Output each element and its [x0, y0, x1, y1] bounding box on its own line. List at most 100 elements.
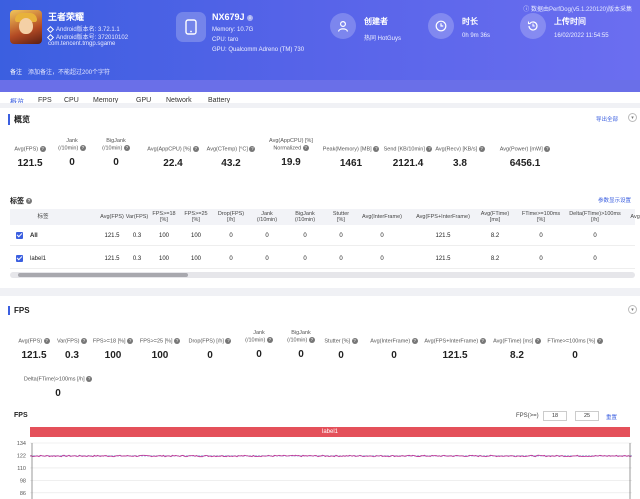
help-icon[interactable]: ? [373, 146, 380, 152]
column-header[interactable]: Stutter [%] [326, 211, 356, 223]
overview-metric: Avg(AppCPU) [%] ? 22.4 [140, 146, 206, 169]
metric-label: Send [KB/10min] ? [383, 146, 433, 153]
help-icon[interactable]: ? [123, 145, 130, 151]
metric-value: 2121.4 [392, 158, 424, 170]
help-icon[interactable]: ? [25, 198, 32, 205]
metric-value: 3.8 [453, 158, 467, 170]
metric-value: 0 [572, 350, 578, 362]
overview-metric: Jank (/10min) ? 0 [48, 138, 96, 168]
table-cell: 0.3 [132, 256, 142, 262]
column-header[interactable]: Avg( [624, 214, 640, 220]
help-icon[interactable]: ? [479, 338, 486, 344]
metric-label: Avg(Recv) [KB/s] ? [435, 146, 485, 153]
help-icon[interactable]: ? [43, 338, 50, 344]
help-icon[interactable]: ? [308, 337, 315, 343]
metric-value: 0 [113, 157, 119, 169]
creator-value: 热同 HotGuys [364, 36, 402, 42]
notes-placeholder[interactable]: 添加备注，不能超过200个字符 [28, 70, 110, 76]
diamond-icon [46, 33, 55, 41]
version-note: ⓘ 数据由PerfDog(v5.1.220120)版本采集 [523, 7, 632, 13]
scrollbar-thumb[interactable] [18, 273, 188, 277]
metric-value: 22.4 [163, 158, 183, 170]
table-cell: 0 [539, 233, 543, 239]
help-icon[interactable]: ? [249, 146, 256, 152]
column-header[interactable]: Avg(InterFrame) [355, 214, 409, 220]
help-icon[interactable]: ? [192, 146, 199, 152]
fps-metric: Avg(FPS+InterFrame) ? 121.5 [424, 338, 486, 361]
series-band[interactable]: label1 [30, 427, 630, 437]
help-icon[interactable]: ? [127, 338, 134, 344]
help-icon[interactable]: ? [478, 146, 485, 152]
duration-value: 0h 9m 36s [462, 33, 491, 39]
chevron-down-icon[interactable]: ▾ [628, 305, 637, 314]
help-icon[interactable]: ? [79, 145, 86, 151]
help-icon[interactable]: ? [411, 338, 418, 344]
reset-link[interactable]: 重置 [606, 413, 617, 421]
info-icon[interactable]: i [247, 14, 254, 21]
help-icon[interactable]: ? [544, 146, 551, 152]
metric-value: 0.3 [65, 350, 79, 362]
column-header[interactable]: BigJank (/10min) [287, 211, 323, 223]
param-settings-link[interactable]: 参数显示设置 [598, 196, 631, 204]
help-icon[interactable]: ? [534, 338, 541, 344]
column-header[interactable]: Avg(FPS) [98, 214, 126, 220]
fps-chart[interactable]: 134 122 110 98 86 [0, 439, 640, 499]
help-icon[interactable]: ? [225, 338, 232, 344]
metric-label: Avg(InterFrame) ? [370, 338, 418, 345]
fps-metric: FTime>=100ms [%] ? 0 [542, 338, 608, 361]
column-header[interactable]: 标签 [28, 214, 58, 220]
overview-metric: Avg(Power) [mW] ? 6456.1 [490, 146, 560, 169]
metric-value: 100 [151, 350, 169, 362]
column-header[interactable]: Avg(FPS+InterFrame) [410, 214, 476, 220]
help-icon[interactable]: ? [266, 337, 273, 343]
column-header[interactable]: FPS>=18 [%] [150, 211, 178, 223]
help-icon[interactable]: ? [86, 376, 93, 382]
table-cell: 0 [303, 233, 307, 239]
help-icon[interactable]: ? [302, 145, 309, 151]
metric-label: FPS>=25 [%] ? [139, 338, 181, 345]
column-header[interactable]: Drop(FPS) [/h] [214, 211, 248, 223]
table-row[interactable]: All 121.5 0.3 100 100 0 0 0 0 0 121.5 8.2 0 0 [10, 226, 635, 246]
help-icon[interactable]: ? [596, 338, 603, 344]
fps-metric: Avg(FPS) ? 121.5 [10, 338, 58, 361]
device-cpu: CPU: taro [212, 37, 239, 43]
column-header[interactable]: Avg(FTime) [ms] [478, 211, 512, 223]
row-checkbox[interactable] [16, 232, 23, 239]
metric-value: 0 [55, 388, 61, 400]
fps-metric: Stutter [%] ? 0 [320, 338, 362, 361]
help-icon[interactable]: ? [81, 338, 88, 344]
fps-section: FPS ▾ Avg(FPS) ? 121.5 Var(FPS) ? 0.3 FPS>=1… [0, 296, 640, 499]
chevron-down-icon[interactable]: ▾ [628, 113, 637, 122]
column-header[interactable]: FTime>=100ms [%] [516, 211, 566, 223]
metric-label: Avg(CTemp) [°C] ? [206, 146, 256, 153]
section-title: 概览 [8, 114, 30, 125]
fps-threshold-2-input[interactable]: 25 [575, 411, 599, 421]
export-all-link[interactable]: 导出全部 [596, 115, 618, 123]
column-header[interactable]: FPS>=25 [%] [182, 211, 210, 223]
metric-value: 8.2 [510, 350, 524, 362]
app-icon [10, 10, 42, 44]
horizontal-scrollbar[interactable] [10, 272, 635, 278]
creator-label: 创建者 [364, 17, 388, 26]
app-name: 王者荣耀 [48, 12, 85, 22]
android-code: Android版本号: 372010102 [46, 32, 128, 41]
table-cell: 0 [339, 233, 343, 239]
help-icon[interactable]: ? [39, 146, 46, 152]
help-icon[interactable]: ? [351, 338, 358, 344]
overview-metric: Peak(Memory) [MB] ? 1461 [318, 146, 384, 169]
table-cell: 0 [593, 233, 597, 239]
table-cell: 100 [158, 233, 169, 239]
section-title: FPS [8, 306, 30, 315]
column-header[interactable]: Jank (/10min) [250, 211, 284, 223]
metric-label: Jank (/10min) ? [58, 138, 86, 152]
column-header[interactable]: Delta(FTime)>100ms [/h] [568, 211, 622, 223]
table-cell: 100 [190, 233, 201, 239]
duration-label: 时长 [462, 17, 478, 26]
row-checkbox[interactable] [16, 255, 23, 262]
notes[interactable]: 备注 添加备注，不能超过200个字符 [10, 67, 110, 76]
table-cell: 121.5 [435, 233, 451, 239]
fps-threshold-1-input[interactable]: 18 [543, 411, 567, 421]
table-row[interactable]: label1 121.5 0.3 100 100 0 0 0 0 0 121.5 8.2 0 0 [10, 249, 635, 269]
table-cell: All [30, 233, 38, 239]
column-header[interactable]: Var(FPS) [125, 214, 149, 220]
